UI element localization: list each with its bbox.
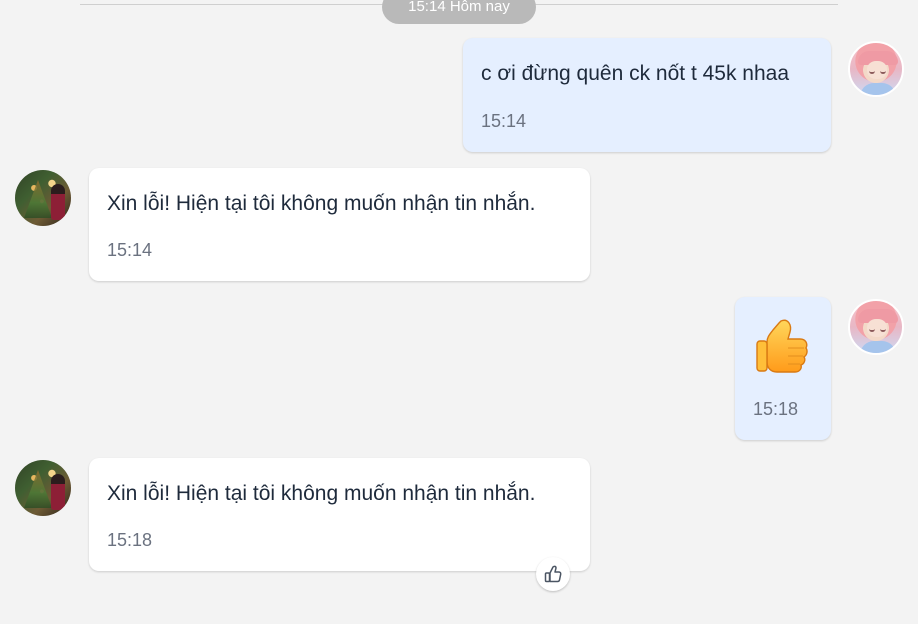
message-time: 15:14 [107,240,153,260]
sender-avatar-1[interactable] [848,41,904,97]
sender-avatar-shoulder [860,83,896,95]
message-text: Xin lỗi! Hiện tại tôi không muốn nhận ti… [107,482,536,505]
message-bubble-sent-1[interactable]: c ơi đừng quên ck nốt t 45k nhaa 15:14 [463,38,831,152]
sender-avatar-2[interactable] [848,299,904,355]
message-time: 15:18 [753,399,799,419]
date-divider: 15:14 Hôm nay [80,0,838,24]
receiver-avatar-2[interactable] [15,460,71,516]
message-time: 15:18 [107,530,153,550]
sender-avatar-shoulder [860,341,896,353]
date-divider-label: 15:14 Hôm nay [382,0,536,24]
receiver-avatar-person [51,184,65,220]
thumbs-up-outline-icon [544,565,562,583]
receiver-avatar-tree [24,180,52,218]
message-bubble-received-1[interactable]: Xin lỗi! Hiện tại tôi không muốn nhận ti… [89,168,590,281]
message-time: 15:14 [481,111,527,131]
reaction-button[interactable] [536,557,570,591]
message-text: Xin lỗi! Hiện tại tôi không muốn nhận ti… [107,192,536,215]
message-bubble-received-2[interactable]: Xin lỗi! Hiện tại tôi không muốn nhận ti… [89,458,590,571]
message-text: c ơi đừng quên ck nốt t 45k nhaa [481,62,790,85]
receiver-avatar-person [51,474,65,510]
receiver-avatar-tree [24,470,52,508]
receiver-avatar-1[interactable] [15,170,71,226]
message-bubble-sent-emoji[interactable]: 15:18 [735,297,831,440]
thumbs-up-emoji-icon [756,319,808,373]
